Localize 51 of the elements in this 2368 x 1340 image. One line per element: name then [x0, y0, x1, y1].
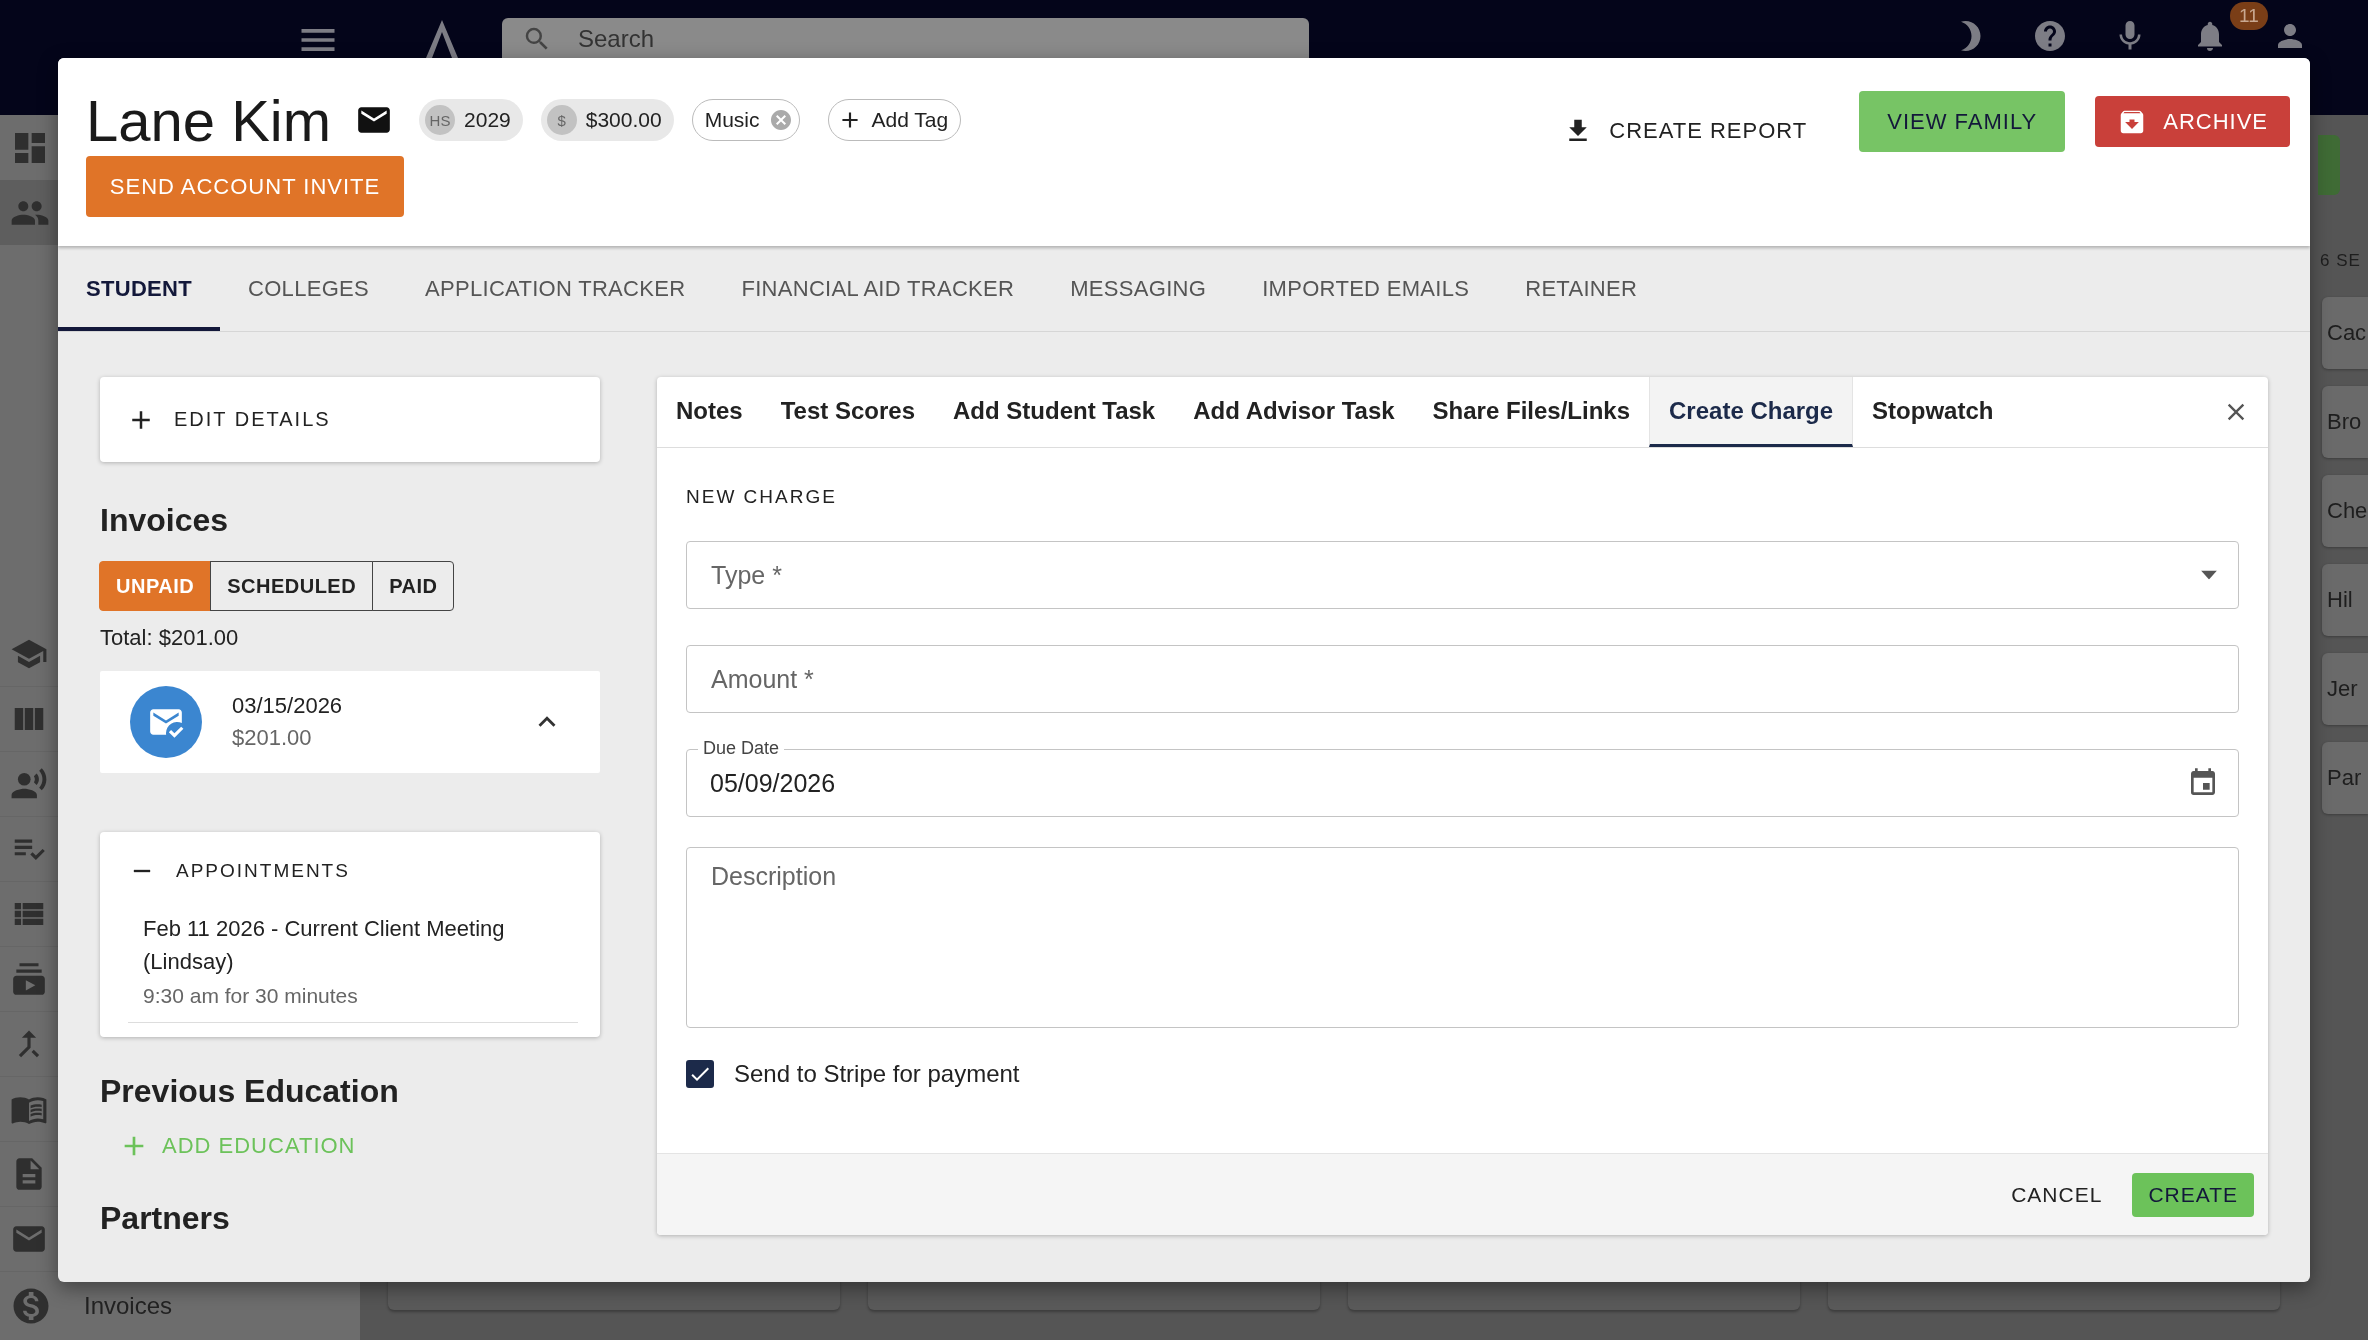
create-report-button[interactable]: CREATE REPORT	[1541, 101, 1830, 161]
notification-badge: 11	[2230, 2, 2268, 30]
cancel-button[interactable]: CANCEL	[2007, 1176, 2107, 1213]
invoice-amount: $201.00	[232, 725, 313, 751]
checkbox-label: Send to Stripe for payment	[734, 1060, 1020, 1088]
help-icon[interactable]	[2032, 18, 2068, 54]
filter-button[interactable]: PAID	[372, 561, 455, 611]
nav-icon[interactable]	[10, 960, 48, 998]
tab[interactable]: RETAINER	[1497, 246, 1666, 331]
tab[interactable]: MESSAGING	[1042, 246, 1235, 331]
type-select[interactable]: Type *	[686, 541, 2239, 609]
chip-avatar: $	[546, 105, 577, 135]
edit-details-button[interactable]: EDIT DETAILS	[100, 377, 600, 462]
tab[interactable]: Test Scores	[761, 377, 934, 447]
appointments-title: APPOINTMENTS	[176, 860, 350, 882]
remove-icon[interactable]	[768, 108, 793, 132]
view-family-button[interactable]: VIEW FAMILY	[1859, 91, 2066, 152]
chip-avatar: HS	[425, 105, 456, 135]
student-name: Lane Kim	[86, 86, 332, 154]
tab[interactable]: Stopwatch	[1853, 377, 2013, 447]
tab[interactable]: COLLEGES	[220, 246, 397, 331]
chip-label: $300.00	[585, 108, 662, 132]
appointment-title: Feb 11 2026 - Current Client Meeting (Lindsay)	[143, 915, 506, 976]
section-title: Partners	[100, 1200, 231, 1237]
section-title: NEW CHARGE	[686, 486, 838, 508]
section-title: Previous Education	[100, 1073, 400, 1110]
tab[interactable]: Add Advisor Task	[1174, 377, 1414, 447]
tab[interactable]: Create Charge	[1649, 377, 1854, 447]
archive-button[interactable]: ARCHIVE	[2095, 96, 2290, 147]
dropdown-icon[interactable]	[2201, 570, 2217, 580]
invoice-total: Total: $201.00	[100, 625, 240, 651]
create-button[interactable]: CREATE	[2132, 1172, 2254, 1217]
tag-chip[interactable]: Music	[691, 99, 800, 141]
section-title: Invoices	[100, 502, 230, 539]
chip-label: 2029	[464, 108, 511, 132]
tab[interactable]: APPLICATION TRACKER	[397, 246, 714, 331]
checkbox[interactable]	[686, 1060, 714, 1088]
tab[interactable]: Share Files/Links	[1413, 377, 1649, 447]
invoice-date: 03/15/2026	[232, 693, 344, 719]
tab[interactable]: Add Student Task	[934, 377, 1175, 447]
filter-button[interactable]: SCHEDULED	[210, 561, 374, 611]
appointment-time: 9:30 am for 30 minutes	[143, 984, 359, 1008]
invoice-item[interactable]: 03/15/2026 $201.00	[100, 671, 600, 773]
tab[interactable]: FINANCIAL AID TRACKER	[713, 246, 1043, 331]
description-field[interactable]: Description	[686, 847, 2239, 1028]
tab[interactable]: Notes	[657, 377, 762, 447]
tab[interactable]: STUDENT	[58, 246, 220, 331]
add-tag-button[interactable]: Add Tag	[827, 99, 962, 141]
tab[interactable]: IMPORTED EMAILS	[1234, 246, 1498, 331]
due-date-field[interactable]: Due Date 05/09/2026	[686, 736, 2239, 817]
amount-field[interactable]: Amount *	[686, 645, 2239, 713]
